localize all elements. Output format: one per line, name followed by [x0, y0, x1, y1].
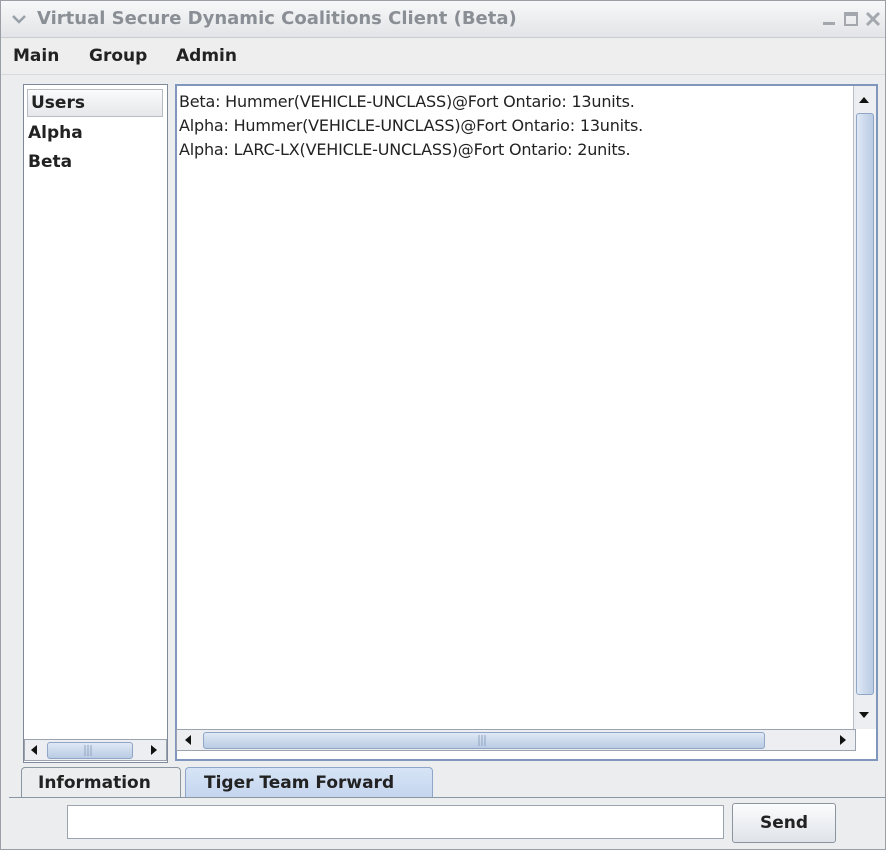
title-bar[interactable]: Virtual Secure Dynamic Coalitions Client…: [1, 1, 885, 38]
users-list-header[interactable]: Users: [27, 89, 163, 117]
users-scroll-thumb[interactable]: [47, 742, 133, 759]
tab-information[interactable]: Information: [21, 767, 181, 797]
tab-information-label: Information: [38, 773, 151, 793]
app-window: Virtual Secure Dynamic Coalitions Client…: [0, 0, 886, 850]
minimize-icon[interactable]: [819, 9, 839, 29]
menu-main[interactable]: Main: [13, 46, 59, 66]
messages-horizontal-scrollbar[interactable]: [176, 729, 856, 751]
scroll-left-arrow-icon[interactable]: [25, 740, 45, 760]
menu-group[interactable]: Group: [89, 46, 147, 66]
menu-admin[interactable]: Admin: [176, 46, 237, 66]
message-input[interactable]: [67, 805, 724, 839]
send-button[interactable]: Send: [732, 803, 836, 843]
messages-vertical-thumb[interactable]: [856, 113, 874, 695]
message-line: Beta: Hummer(VEHICLE-UNCLASS)@Fort Ontar…: [179, 92, 635, 111]
grip-icon: [84, 745, 92, 756]
scroll-left-arrow-icon[interactable]: [179, 730, 199, 750]
list-item-alpha[interactable]: Alpha: [28, 123, 83, 143]
users-horizontal-scrollbar[interactable]: [24, 739, 167, 761]
tab-tiger-team-forward[interactable]: Tiger Team Forward: [185, 767, 433, 797]
window-title: Virtual Secure Dynamic Coalitions Client…: [37, 8, 517, 29]
menu-bar: Main Group Admin: [1, 38, 885, 75]
maximize-icon[interactable]: [841, 9, 861, 29]
scroll-down-arrow-icon[interactable]: [854, 705, 874, 725]
users-list-pane: Users Alpha Beta: [23, 84, 168, 763]
messages-pane: Beta: Hummer(VEHICLE-UNCLASS)@Fort Ontar…: [175, 84, 878, 761]
scroll-up-arrow-icon[interactable]: [854, 90, 874, 110]
scroll-right-arrow-icon[interactable]: [832, 730, 852, 750]
message-line: Alpha: Hummer(VEHICLE-UNCLASS)@Fort Onta…: [179, 116, 644, 135]
messages-vertical-scrollbar[interactable]: [853, 86, 876, 729]
grip-icon: [478, 735, 486, 746]
close-icon[interactable]: [863, 9, 883, 29]
tab-divider: [9, 797, 885, 798]
messages-horizontal-thumb[interactable]: [203, 732, 765, 749]
message-line: Alpha: LARC-LX(VEHICLE-UNCLASS)@Fort Ont…: [179, 140, 631, 159]
users-header-label: Users: [31, 93, 85, 113]
scroll-right-arrow-icon[interactable]: [143, 740, 163, 760]
list-item-beta[interactable]: Beta: [28, 152, 72, 172]
window-menu-chevron-icon[interactable]: [9, 9, 29, 29]
tab-tiger-team-forward-label: Tiger Team Forward: [204, 773, 395, 793]
